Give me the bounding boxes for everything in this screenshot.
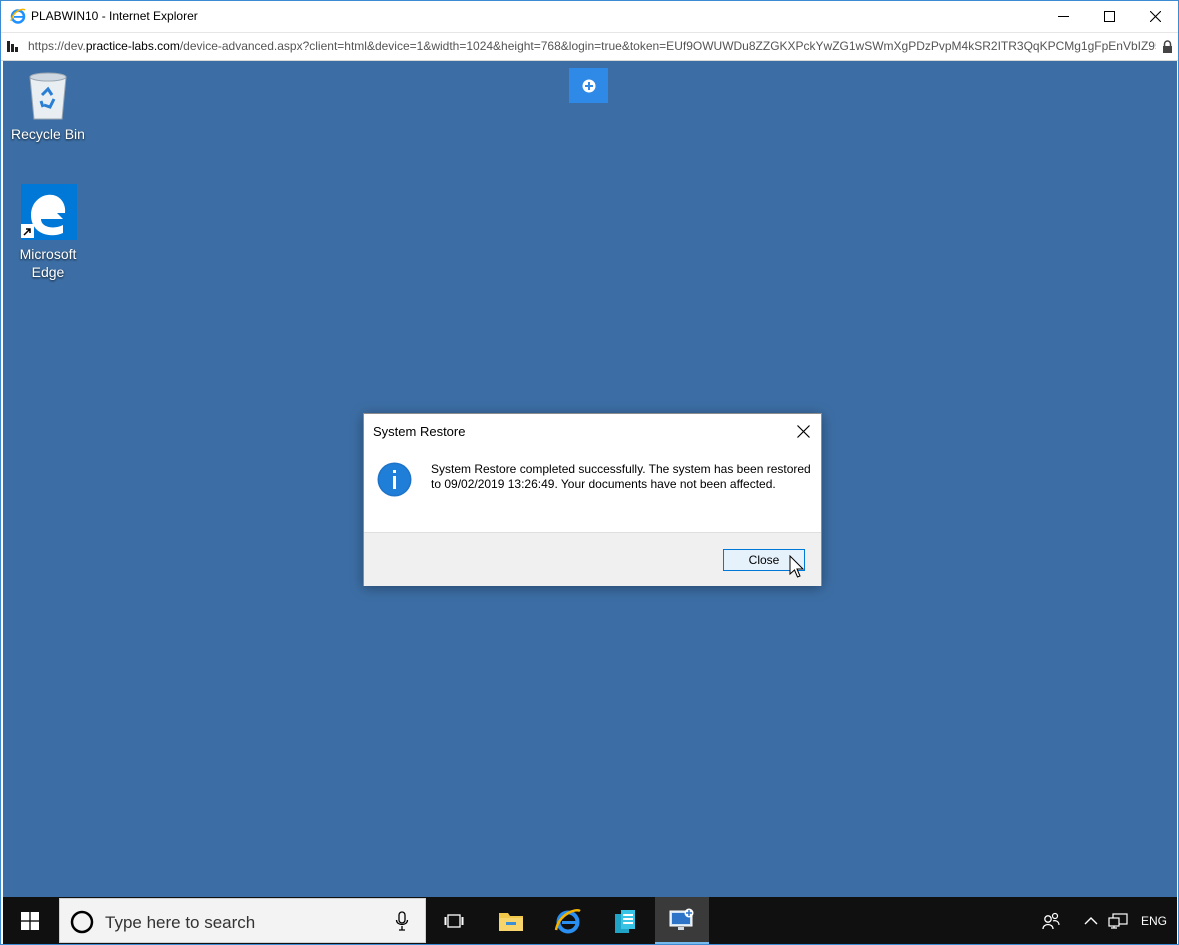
taskbar: Type here to search ENG — [3, 897, 1177, 944]
microsoft-edge-label-line1: Microsoft — [19, 246, 77, 262]
url-text[interactable]: https://dev.practice-labs.com/device-adv… — [28, 39, 1156, 53]
cortana-icon — [70, 910, 94, 934]
dialog-footer: Close — [364, 532, 821, 586]
close-icon — [1149, 11, 1161, 22]
task-view-button[interactable] — [427, 897, 481, 944]
address-bar[interactable]: https://dev.practice-labs.com/device-adv… — [1, 32, 1178, 61]
lock-icon[interactable] — [1162, 40, 1173, 53]
system-restore-dialog: System Restore System Restore completed … — [363, 413, 822, 586]
search-placeholder: Type here to search — [105, 913, 256, 932]
maximize-icon — [1103, 11, 1115, 22]
recycle-bin-icon — [29, 72, 67, 120]
title-bar[interactable]: PLABWIN10 - Internet Explorer — [1, 1, 1178, 32]
microsoft-edge-icon — [21, 184, 77, 240]
site-favicon-icon — [7, 41, 18, 52]
file-explorer-taskbar-button[interactable] — [484, 897, 538, 944]
minimize-button[interactable] — [1040, 1, 1086, 32]
task-view-icon — [444, 913, 464, 928]
dialog-message: System Restore completed successfully. T… — [431, 462, 811, 491]
microsoft-edge-label-line2: Edge — [31, 264, 65, 280]
network-button[interactable] — [1105, 897, 1131, 944]
remote-toolbar-toggle-button[interactable] — [569, 68, 608, 103]
internet-explorer-icon — [10, 8, 26, 24]
start-button[interactable] — [3, 897, 57, 944]
ie-window: PLABWIN10 - Internet Explorer https://de… — [0, 0, 1179, 945]
input-language-indicator[interactable]: ENG — [1137, 897, 1171, 944]
server-manager-icon — [615, 909, 635, 933]
url-path: /device-advanced.aspx?client=html&device… — [179, 39, 1156, 53]
taskbar-search-box[interactable]: Type here to search — [59, 898, 426, 943]
show-hidden-icons-button[interactable] — [1081, 897, 1101, 944]
network-icon — [1108, 912, 1128, 929]
internet-explorer-icon — [554, 908, 581, 933]
close-icon — [796, 424, 810, 438]
mouse-cursor-icon — [789, 555, 805, 578]
recycle-bin-label: Recycle Bin — [11, 126, 85, 142]
remote-desktop-taskbar-button[interactable] — [655, 897, 709, 944]
chevron-up-icon — [1084, 917, 1098, 925]
maximize-button[interactable] — [1086, 1, 1132, 32]
dialog-title: System Restore — [373, 424, 466, 439]
people-icon — [1042, 912, 1060, 929]
close-window-button[interactable] — [1132, 1, 1178, 32]
desktop-icon-microsoft-edge[interactable]: Microsoft Edge — [8, 183, 88, 281]
microphone-icon[interactable] — [395, 911, 409, 931]
dialog-close-button[interactable] — [792, 420, 814, 442]
windows-logo-icon — [21, 911, 39, 930]
server-manager-taskbar-button[interactable] — [598, 897, 652, 944]
plus-circle-icon — [582, 79, 595, 92]
window-title: PLABWIN10 - Internet Explorer — [31, 9, 198, 23]
url-host: practice-labs.com — [85, 39, 180, 53]
remote-desktop-icon — [669, 908, 694, 930]
url-prefix: https://dev. — [28, 39, 86, 53]
desktop-icon-recycle-bin[interactable]: Recycle Bin — [8, 71, 88, 143]
internet-explorer-taskbar-button[interactable] — [541, 897, 595, 944]
minimize-icon — [1057, 16, 1069, 17]
information-icon — [377, 462, 412, 497]
people-button[interactable] — [1037, 897, 1065, 944]
folder-icon — [499, 912, 523, 931]
